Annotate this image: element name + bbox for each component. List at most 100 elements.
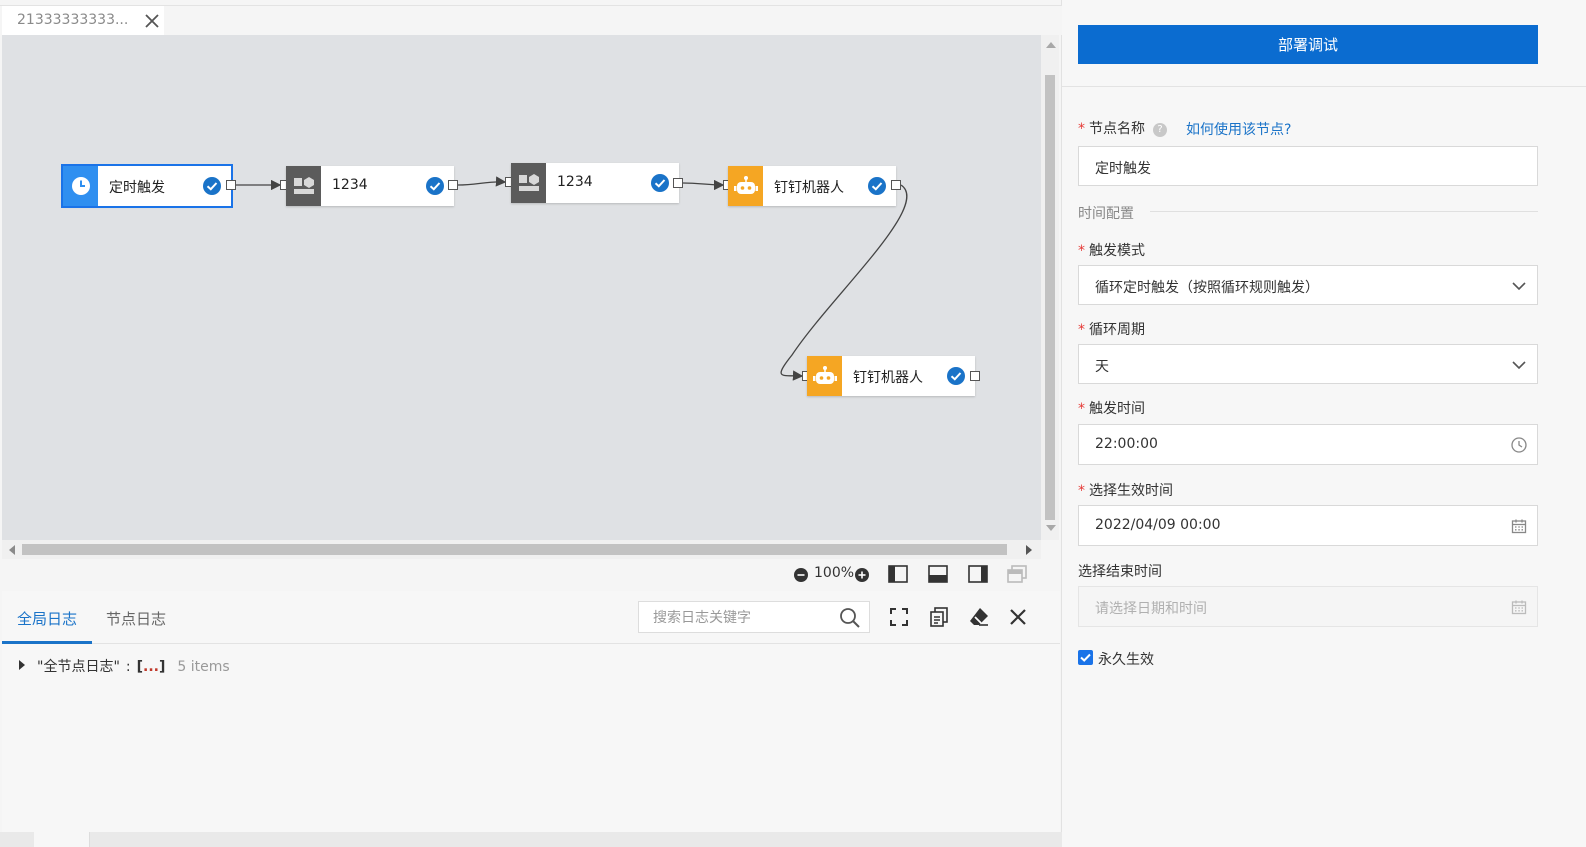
tab-strip: 21333333333...	[0, 6, 1062, 35]
layout-right-panel-icon[interactable]	[968, 565, 988, 583]
output-port[interactable]	[891, 180, 901, 190]
edge	[457, 176, 507, 187]
flow-node-1234-a[interactable]: 1234	[286, 166, 454, 206]
zoom-out-icon[interactable]	[794, 568, 808, 582]
chevron-down-icon	[1512, 282, 1526, 291]
scroll-down-arrow[interactable]	[1046, 525, 1056, 531]
how-to-use-link[interactable]: 如何使用该节点?	[1186, 119, 1291, 139]
layout-bottom-panel-icon[interactable]	[928, 565, 948, 583]
tab-node-log[interactable]: 节点日志	[106, 608, 166, 629]
log-ellipsis[interactable]: ...	[143, 659, 159, 675]
node-name-label: * 节点名称?	[1078, 118, 1167, 138]
log-search-box[interactable]	[638, 601, 870, 633]
scroll-up-arrow[interactable]	[1046, 42, 1056, 48]
flow-node-1234-b[interactable]: 1234	[511, 163, 679, 203]
log-item-count: 5 items	[177, 659, 230, 675]
forever-checkbox[interactable]	[1078, 650, 1093, 665]
node-label: 1234	[332, 177, 368, 193]
flow-node-timer[interactable]: 定时触发	[61, 164, 233, 208]
check-icon	[203, 177, 221, 195]
help-icon[interactable]: ?	[1153, 123, 1167, 137]
horizontal-scrollbar[interactable]	[2, 540, 1041, 559]
checkmark-icon	[1080, 653, 1091, 662]
scroll-left-arrow[interactable]	[9, 545, 15, 555]
node-name-label-text: 节点名称	[1089, 121, 1145, 137]
check-icon	[947, 367, 965, 385]
calendar-icon	[1511, 519, 1527, 534]
blocks-icon	[511, 163, 546, 203]
output-port[interactable]	[448, 180, 458, 190]
end-time-label: 选择结束时间	[1078, 561, 1162, 581]
log-colon: :	[125, 659, 131, 675]
edge	[780, 184, 908, 381]
end-time-picker[interactable]: 请选择日期和时间	[1078, 586, 1538, 627]
trigger-time-label-text: 触发时间	[1089, 401, 1145, 417]
fullscreen-icon[interactable]	[888, 606, 910, 628]
robot-icon	[728, 166, 763, 206]
layout-float-icon[interactable]	[1007, 565, 1027, 583]
workspace: 21333333333... 定时触发 1234 1234 钉钉机器人 钉钉机器…	[0, 0, 1062, 847]
zoom-level: 100%	[814, 565, 855, 581]
zoom-toolbar: 100%	[2, 559, 1060, 591]
forever-label[interactable]: 永久生效	[1098, 649, 1154, 669]
clock-icon	[63, 166, 98, 206]
cycle-label: * 循环周期	[1078, 322, 1145, 338]
eraser-icon[interactable]	[968, 606, 990, 628]
calendar-icon	[1511, 600, 1527, 615]
node-name-value: 定时触发	[1095, 161, 1151, 177]
log-bracket-close: ]	[158, 659, 166, 675]
start-time-picker[interactable]: 2022/04/09 00:00	[1078, 505, 1538, 546]
output-port[interactable]	[226, 180, 236, 190]
trigger-time-picker[interactable]: 22:00:00	[1078, 424, 1538, 465]
log-tabs: 全局日志 节点日志	[2, 591, 1060, 644]
close-icon[interactable]	[1007, 606, 1029, 628]
log-search-input[interactable]	[653, 608, 833, 628]
tab-global-log[interactable]: 全局日志	[17, 608, 77, 629]
search-icon[interactable]	[839, 607, 861, 629]
trigger-time-value: 22:00:00	[1095, 436, 1158, 452]
expand-caret-icon[interactable]	[19, 660, 25, 670]
vertical-scrollbar[interactable]	[1041, 35, 1059, 540]
edge	[682, 179, 725, 191]
blocks-icon	[286, 166, 321, 206]
scroll-thumb[interactable]	[22, 544, 1007, 555]
zoom-in-icon[interactable]	[855, 568, 869, 582]
output-port[interactable]	[970, 371, 980, 381]
panel-divider	[1062, 86, 1586, 87]
trigger-mode-label-text: 触发模式	[1089, 243, 1145, 259]
bottom-strip	[0, 832, 1062, 847]
layout-left-panel-icon[interactable]	[888, 565, 908, 583]
check-icon	[426, 177, 444, 195]
scroll-thumb[interactable]	[1045, 75, 1055, 520]
log-panel: 全局日志 节点日志 "全节点日志":[...]5 items	[2, 591, 1060, 847]
chevron-down-icon	[1512, 361, 1526, 370]
close-icon[interactable]	[143, 12, 161, 30]
output-port[interactable]	[673, 178, 683, 188]
scroll-right-arrow[interactable]	[1026, 545, 1032, 555]
flow-node-dingtalk-robot-2[interactable]: 钉钉机器人	[807, 356, 975, 396]
active-tab-indicator	[2, 641, 92, 644]
robot-icon	[807, 356, 842, 396]
flow-canvas[interactable]: 定时触发 1234 1234 钉钉机器人 钉钉机器人	[2, 35, 1042, 540]
node-label: 1234	[557, 174, 593, 190]
node-label: 定时触发	[109, 180, 165, 196]
bottom-strip-segment	[34, 832, 90, 847]
start-time-value: 2022/04/09 00:00	[1095, 517, 1221, 533]
node-label: 钉钉机器人	[774, 180, 844, 196]
end-time-label-text: 选择结束时间	[1078, 564, 1162, 580]
check-icon	[868, 177, 886, 195]
log-key: "全节点日志"	[37, 659, 120, 675]
flow-node-dingtalk-robot[interactable]: 钉钉机器人	[728, 166, 896, 206]
cycle-select[interactable]: 天	[1078, 344, 1538, 384]
deploy-debug-button[interactable]: 部署调试	[1078, 25, 1538, 64]
node-name-input[interactable]: 定时触发	[1078, 146, 1538, 186]
end-time-placeholder: 请选择日期和时间	[1095, 601, 1207, 617]
cycle-value: 天	[1095, 359, 1109, 375]
section-divider	[1150, 211, 1538, 212]
log-tree-entry[interactable]: "全节点日志": [...] 5 items	[19, 656, 230, 676]
property-panel: 部署调试 * 节点名称? 如何使用该节点? 定时触发 时间配置 * 触发模式 循环定…	[1062, 0, 1586, 847]
copy-icon[interactable]	[928, 606, 950, 628]
file-tab[interactable]: 21333333333...	[2, 6, 164, 35]
trigger-mode-select[interactable]: 循环定时触发（按照循环规则触发）	[1078, 265, 1538, 305]
file-tab-label: 21333333333...	[17, 12, 129, 28]
